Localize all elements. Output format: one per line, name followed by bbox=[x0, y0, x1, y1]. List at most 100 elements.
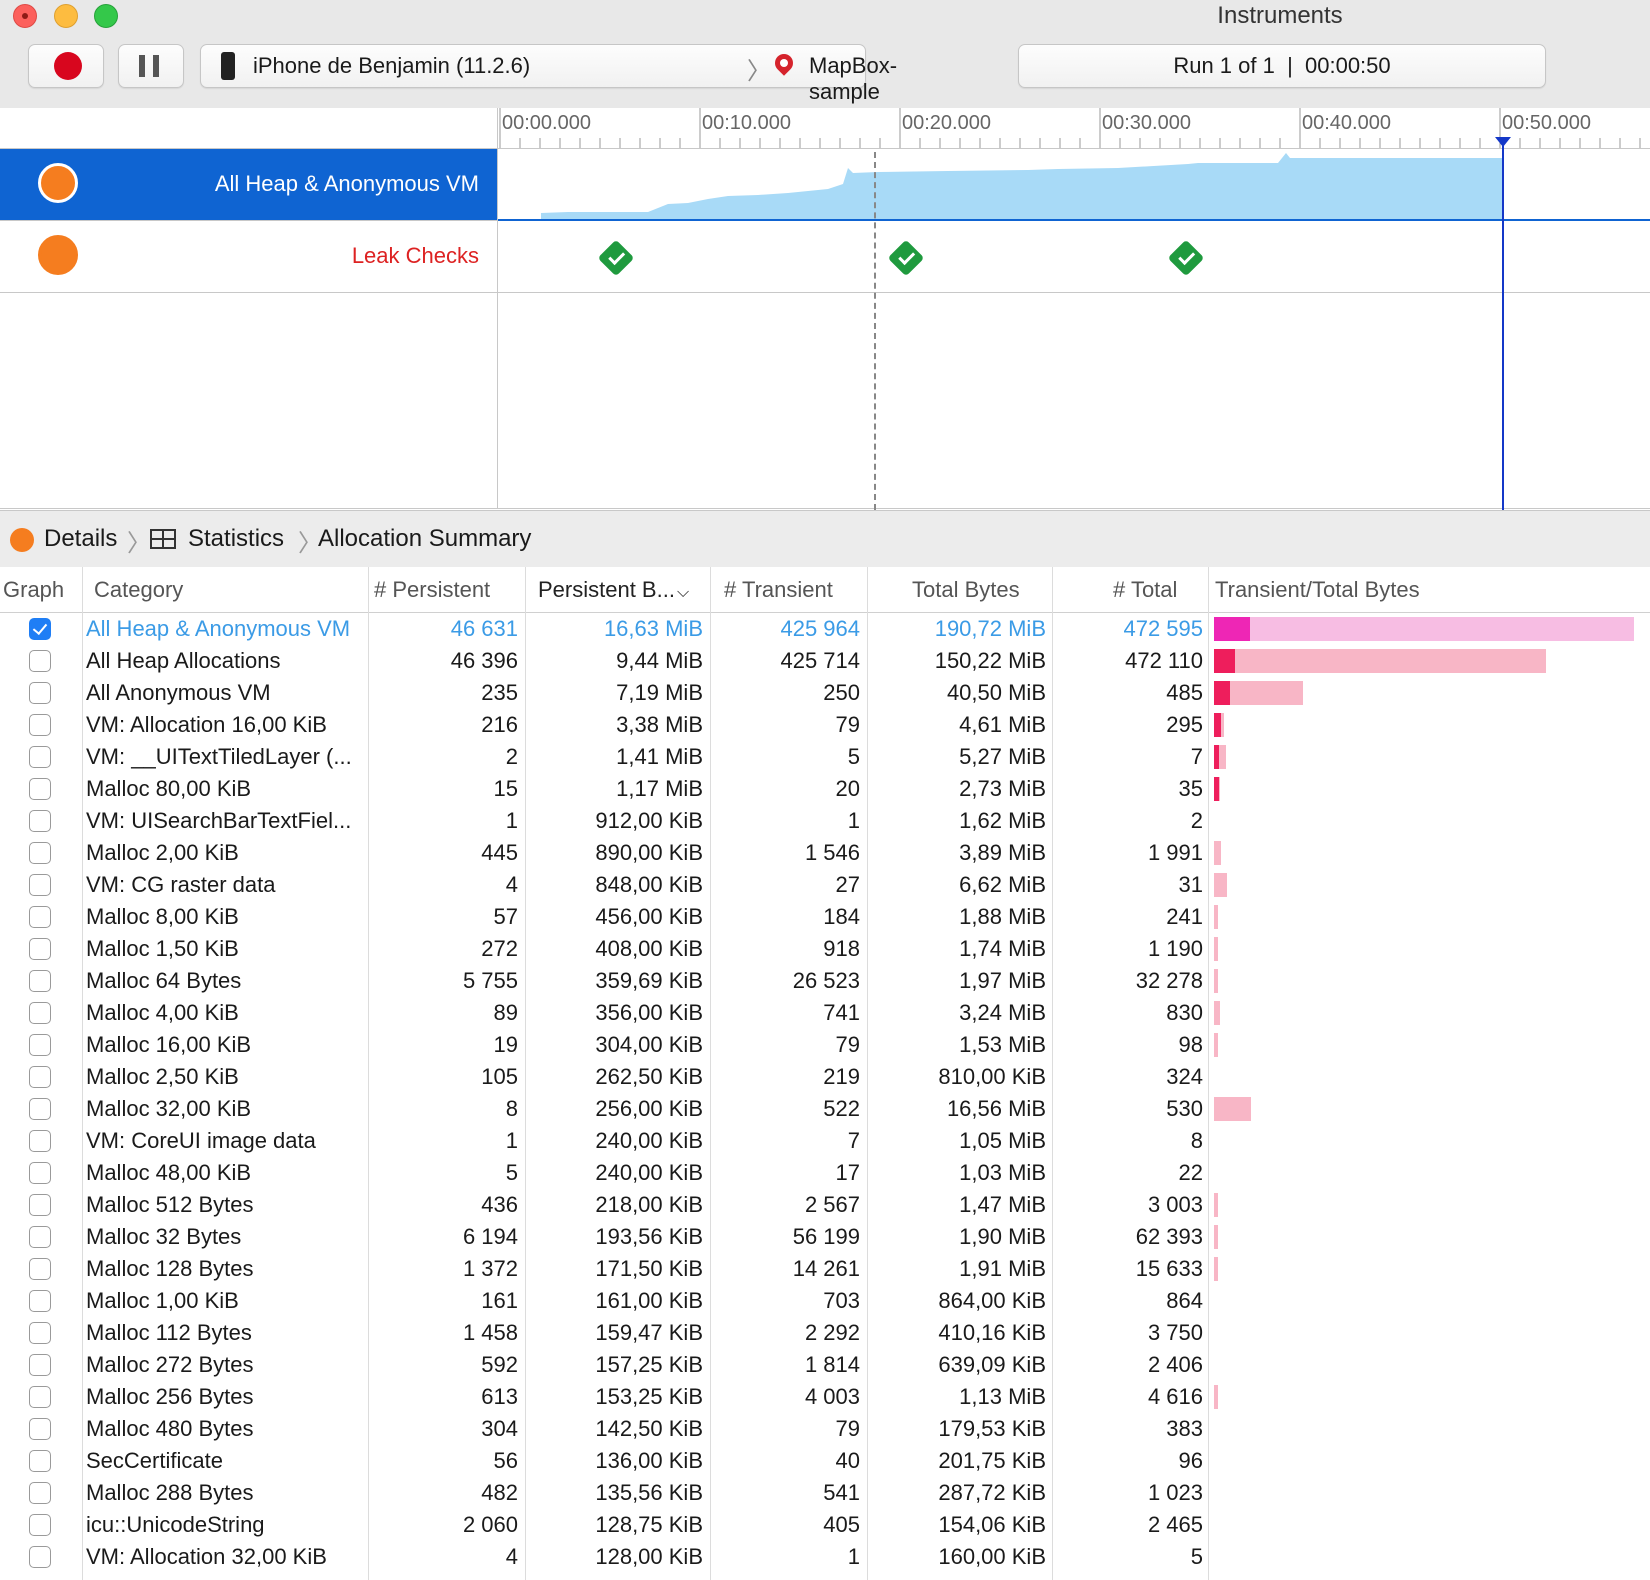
table-row[interactable]: Malloc 32 Bytes 6 194 193,56 KiB 56 199 1,90… bbox=[0, 1221, 1650, 1253]
table-row[interactable]: Malloc 4,00 KiB 89 356,00 KiB 741 3,24 MiB 83… bbox=[0, 997, 1650, 1029]
table-row[interactable]: VM: UISearchBarTextFiel... 1 912,00 KiB 1 1,… bbox=[0, 805, 1650, 837]
table-row[interactable]: Malloc 32,00 KiB 8 256,00 KiB 522 16,56 MiB 5… bbox=[0, 1093, 1650, 1125]
table-row[interactable]: Malloc 2,00 KiB 445 890,00 KiB 1 546 3,89 Mi… bbox=[0, 837, 1650, 869]
table-row[interactable]: Malloc 112 Bytes 1 458 159,47 KiB 2 292 410,… bbox=[0, 1317, 1650, 1349]
category-cell: All Heap & Anonymous VM bbox=[86, 616, 351, 641]
transient-cell: 17 bbox=[835, 1160, 860, 1185]
transient-cell: 250 bbox=[823, 680, 860, 705]
run-status-display[interactable]: Run 1 of 1 | 00:00:50 bbox=[1018, 44, 1546, 88]
graph-checkbox[interactable] bbox=[29, 1098, 51, 1120]
graph-checkbox[interactable] bbox=[29, 746, 51, 768]
graph-checkbox[interactable] bbox=[29, 1514, 51, 1536]
table-row[interactable]: VM: __UITextTiledLayer (... 2 1,41 MiB 5 5,2… bbox=[0, 741, 1650, 773]
table-row[interactable]: Malloc 48,00 KiB 5 240,00 KiB 17 1,03 MiB 22 bbox=[0, 1157, 1650, 1189]
inspection-marker[interactable] bbox=[874, 152, 876, 510]
graph-checkbox[interactable] bbox=[29, 970, 51, 992]
playhead-handle-icon[interactable] bbox=[1495, 137, 1511, 147]
table-row[interactable]: Malloc 16,00 KiB 19 304,00 KiB 79 1,53 MiB 98 bbox=[0, 1029, 1650, 1061]
graph-checkbox[interactable] bbox=[29, 810, 51, 832]
persistent-cell: 46 396 bbox=[450, 648, 518, 673]
graph-checkbox[interactable] bbox=[29, 938, 51, 960]
table-row[interactable]: VM: Allocation 16,00 KiB 216 3,38 MiB 79 4,6… bbox=[0, 709, 1650, 741]
column-header-total[interactable]: # Total bbox=[1113, 577, 1177, 603]
graph-checkbox[interactable] bbox=[29, 1450, 51, 1472]
table-row[interactable]: VM: Allocation 32,00 KiB 4 128,00 KiB 1 160,… bbox=[0, 1541, 1650, 1573]
table-row[interactable]: Malloc 80,00 KiB 15 1,17 MiB 20 2,73 MiB 35 bbox=[0, 773, 1650, 805]
target-selector[interactable]: iPhone de Benjamin (11.2.6) 〉 MapBox-sam… bbox=[200, 44, 897, 130]
graph-checkbox[interactable] bbox=[29, 714, 51, 736]
transient-bytes-bar bbox=[1214, 617, 1634, 641]
graph-checkbox[interactable] bbox=[29, 874, 51, 896]
graph-checkbox[interactable] bbox=[29, 778, 51, 800]
graph-checkbox[interactable] bbox=[29, 682, 51, 704]
graph-checkbox[interactable] bbox=[29, 1482, 51, 1504]
table-row[interactable]: Malloc 2,50 KiB 105 262,50 KiB 219 810,00 Ki… bbox=[0, 1061, 1650, 1093]
table-row[interactable]: Malloc 480 Bytes 304 142,50 KiB 79 179,53 Ki… bbox=[0, 1413, 1650, 1445]
track-label-cell[interactable]: Leak Checks bbox=[0, 221, 498, 292]
track-heap-vm[interactable]: All Heap & Anonymous VM bbox=[0, 149, 1650, 221]
graph-checkbox[interactable] bbox=[29, 650, 51, 672]
graph-checkbox[interactable] bbox=[29, 1162, 51, 1184]
graph-checkbox[interactable] bbox=[29, 1354, 51, 1376]
persistent-cell: 6 194 bbox=[462, 1224, 518, 1249]
graph-checkbox[interactable] bbox=[29, 1066, 51, 1088]
table-row[interactable]: Malloc 256 Bytes 613 153,25 KiB 4 003 1,13 M… bbox=[0, 1381, 1650, 1413]
graph-checkbox[interactable] bbox=[29, 1002, 51, 1024]
leak-check-ok-icon[interactable] bbox=[1167, 239, 1205, 277]
leak-check-ok-icon[interactable] bbox=[597, 239, 635, 277]
record-button[interactable] bbox=[28, 44, 104, 88]
column-header-persistent-bytes[interactable]: Persistent B... ⌵ bbox=[538, 577, 689, 603]
track-leak-checks[interactable]: Leak Checks bbox=[0, 221, 1650, 293]
track-label-cell[interactable]: All Heap & Anonymous VM bbox=[0, 149, 498, 220]
graph-checkbox[interactable] bbox=[29, 1194, 51, 1216]
table-row[interactable]: All Anonymous VM 235 7,19 MiB 250 40,50 MiB 4… bbox=[0, 677, 1650, 709]
table-row[interactable]: Malloc 272 Bytes 592 157,25 KiB 1 814 639,09… bbox=[0, 1349, 1650, 1381]
graph-checkbox[interactable] bbox=[29, 1290, 51, 1312]
total-bytes-cell: 40,50 MiB bbox=[946, 680, 1046, 705]
graph-checkbox[interactable] bbox=[29, 618, 51, 640]
column-header-category[interactable]: Category bbox=[94, 577, 183, 603]
graph-checkbox[interactable] bbox=[29, 1386, 51, 1408]
close-window-button[interactable] bbox=[13, 4, 37, 28]
table-row[interactable]: Malloc 1,50 KiB 272 408,00 KiB 918 1,74 MiB 1… bbox=[0, 933, 1650, 965]
leak-check-ok-icon[interactable] bbox=[887, 239, 925, 277]
category-cell: Malloc 1,50 KiB bbox=[86, 936, 239, 961]
table-row[interactable]: Malloc 128 Bytes 1 372 171,50 KiB 14 261 1,9… bbox=[0, 1253, 1650, 1285]
table-row[interactable]: Malloc 288 Bytes 482 135,56 KiB 541 287,72 K… bbox=[0, 1477, 1650, 1509]
minimize-window-button[interactable] bbox=[54, 4, 78, 28]
jumpbar-statistics[interactable]: Statistics bbox=[188, 525, 284, 553]
table-row[interactable]: All Heap & Anonymous VM 46 631 16,63 MiB 42… bbox=[0, 613, 1650, 645]
graph-checkbox[interactable] bbox=[29, 1034, 51, 1056]
table-row[interactable]: Malloc 512 Bytes 436 218,00 KiB 2 567 1,47 M… bbox=[0, 1189, 1650, 1221]
graph-checkbox[interactable] bbox=[29, 1322, 51, 1344]
column-header-graph[interactable]: Graph bbox=[3, 577, 64, 603]
table-row[interactable]: SecCertificate 56 136,00 KiB 40 201,75 KiB 96 bbox=[0, 1445, 1650, 1477]
playhead[interactable] bbox=[1502, 138, 1504, 510]
graph-checkbox[interactable] bbox=[29, 1226, 51, 1248]
table-row[interactable]: Malloc 8,00 KiB 57 456,00 KiB 184 1,88 MiB 24… bbox=[0, 901, 1650, 933]
column-header-transient[interactable]: # Transient bbox=[724, 577, 833, 603]
graph-checkbox[interactable] bbox=[29, 842, 51, 864]
jumpbar-details[interactable]: Details bbox=[44, 525, 117, 553]
pause-button[interactable] bbox=[118, 44, 184, 88]
table-row[interactable]: icu::UnicodeString 2 060 128,75 KiB 405 154,… bbox=[0, 1509, 1650, 1541]
graph-checkbox[interactable] bbox=[29, 1258, 51, 1280]
column-header-persistent[interactable]: # Persistent bbox=[374, 577, 490, 603]
transient-total-bar bbox=[1214, 1257, 1218, 1281]
table-row[interactable]: VM: CG raster data 4 848,00 KiB 27 6,62 MiB 3… bbox=[0, 869, 1650, 901]
heap-memory-graph[interactable] bbox=[498, 149, 1650, 220]
column-header-ratio[interactable]: Transient/Total Bytes bbox=[1215, 577, 1420, 603]
graph-checkbox[interactable] bbox=[29, 1546, 51, 1568]
maximize-window-button[interactable] bbox=[94, 4, 118, 28]
column-header-total-bytes[interactable]: Total Bytes bbox=[912, 577, 1020, 603]
table-row[interactable]: VM: CoreUI image data 1 240,00 KiB 7 1,05 Mi… bbox=[0, 1125, 1650, 1157]
graph-checkbox[interactable] bbox=[29, 1130, 51, 1152]
table-row[interactable]: Malloc 64 Bytes 5 755 359,69 KiB 26 523 1,97… bbox=[0, 965, 1650, 997]
jumpbar-allocation-summary[interactable]: Allocation Summary bbox=[318, 525, 531, 553]
graph-checkbox[interactable] bbox=[29, 906, 51, 928]
total-bytes-cell: 5,27 MiB bbox=[959, 744, 1046, 769]
table-row[interactable]: All Heap Allocations 46 396 9,44 MiB 425 71… bbox=[0, 645, 1650, 677]
graph-checkbox[interactable] bbox=[29, 1418, 51, 1440]
persistent-bytes-cell: 193,56 KiB bbox=[595, 1224, 703, 1249]
table-row[interactable]: Malloc 1,00 KiB 161 161,00 KiB 703 864,00 Ki… bbox=[0, 1285, 1650, 1317]
